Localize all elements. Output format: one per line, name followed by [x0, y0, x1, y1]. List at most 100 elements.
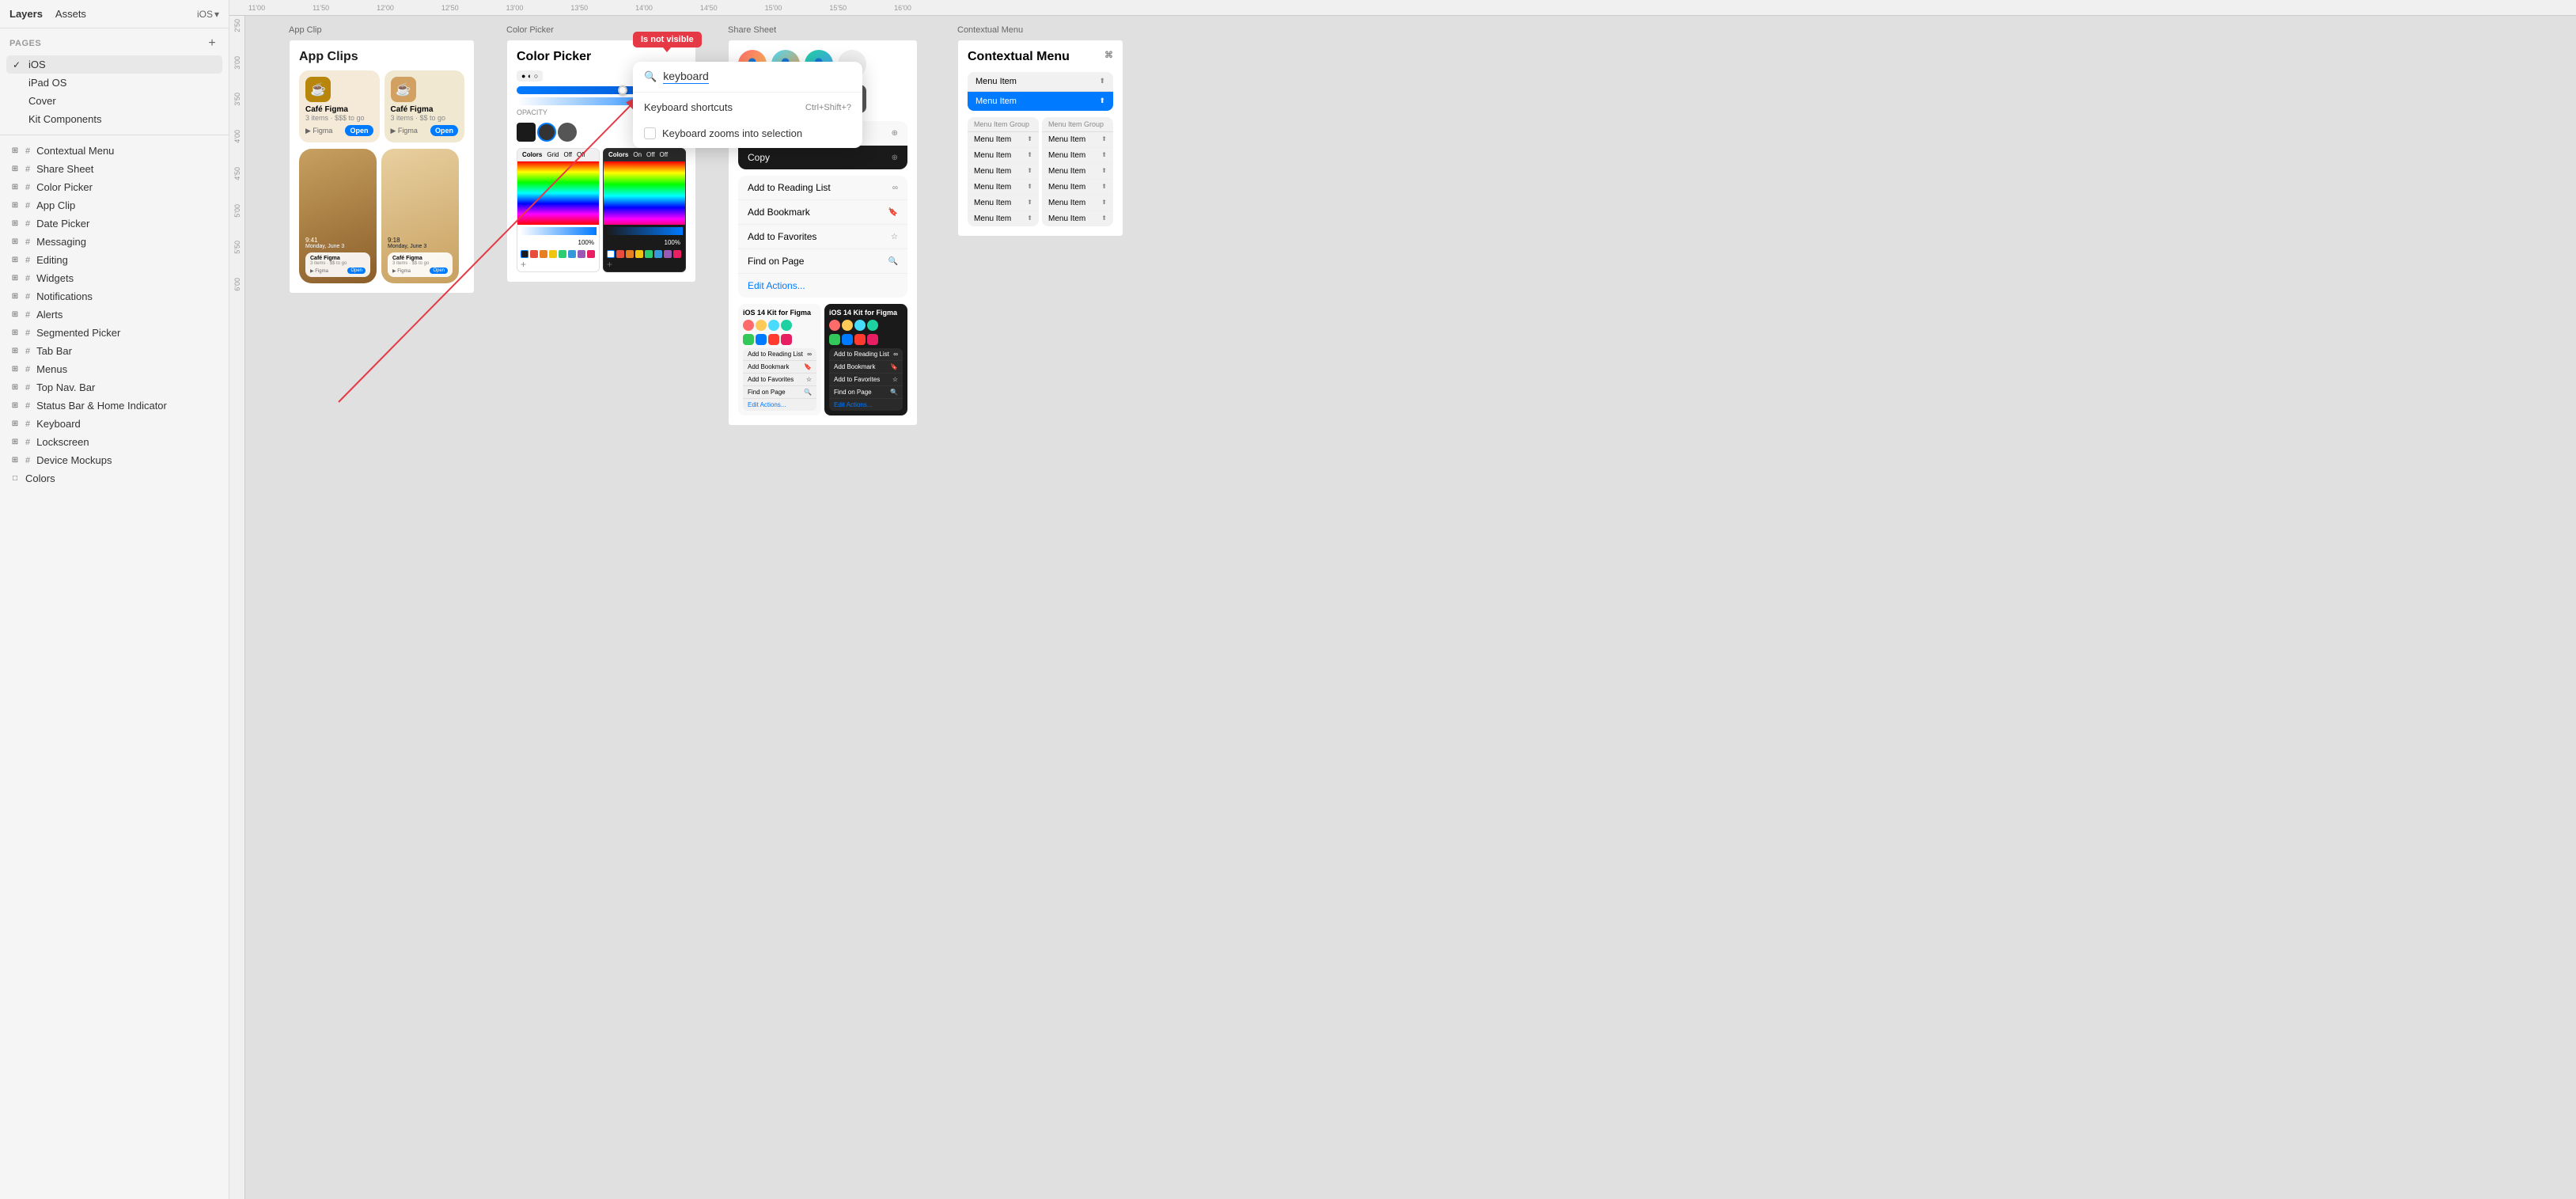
card1-name: Café Figma [305, 105, 373, 114]
app-clip-card-2: ☕ Café Figma 3 items · $$ to go ▶ Figma … [385, 70, 465, 142]
ruler-left: 2'50 3'00 3'50 4'00 4'50 5'00 5'50 6'00 [229, 16, 245, 1199]
swatches-row-dark: + [604, 248, 685, 271]
layer-item-messaging[interactable]: ⊞ # Messaging [3, 233, 225, 251]
search-icon: 🔍 [644, 70, 657, 83]
layer-item-alerts[interactable]: ⊞ # Alerts [3, 305, 225, 324]
frame-icon-keyboard: ⊞ [9, 419, 21, 430]
page-name-cover: Cover [28, 95, 56, 107]
page-item-kit[interactable]: Kit Components [6, 110, 222, 128]
layer-item-colors[interactable]: □ Colors [3, 469, 225, 488]
layer-item-keyboard[interactable]: ⊞ # Keyboard [3, 415, 225, 433]
pages-section-header: Pages + [0, 28, 229, 55]
action-group-2: Add to Reading List ∞ Add Bookmark 🔖 Add… [738, 176, 907, 298]
search-result-2[interactable]: Keyboard zooms into selection [633, 120, 862, 146]
panel-light: Colors Grid Off Off 100% [517, 148, 600, 272]
opacity-label: OPACITY [517, 108, 547, 116]
layer-item-tab-bar[interactable]: ⊞ # Tab Bar [3, 342, 225, 360]
layer-item-contextual-menu[interactable]: ⊞ # Contextual Menu [3, 142, 225, 160]
ios-dropdown[interactable]: iOS ▾ [197, 9, 219, 20]
app-clips-frame: App Clip App Clips ☕ Café Figma 3 items … [289, 40, 475, 294]
cafe-icon-2: ☕ [391, 77, 416, 102]
layer-item-segmented[interactable]: ⊞ # Segmented Picker [3, 324, 225, 342]
frame-icon-editing: ⊞ [9, 255, 21, 266]
layer-item-status-bar[interactable]: ⊞ # Status Bar & Home Indicator [3, 397, 225, 415]
sidebar-tabs: Layers Assets iOS ▾ [0, 0, 229, 28]
layer-item-lockscreen[interactable]: ⊞ # Lockscreen [3, 433, 225, 451]
color-swatch-dark [537, 123, 556, 142]
layer-item-date-picker[interactable]: ⊞ # Date Picker [3, 214, 225, 233]
page-name-ipad: iPad OS [28, 77, 66, 89]
share-sheet-label: Share Sheet [728, 25, 776, 35]
frame-icon-alerts: ⊞ [9, 309, 21, 321]
action-favorites-label: Add to Favorites [748, 231, 816, 242]
opacity-slider-dark [606, 227, 683, 235]
app-clip-cards-top: ☕ Café Figma 3 items · $$$ to go ▶ Figma… [299, 70, 464, 142]
app-clips-content: App Clips ☕ Café Figma 3 items · $$$ to … [289, 40, 475, 294]
frame-icon-widgets: ⊞ [9, 273, 21, 284]
frame-icon-status: ⊞ [9, 400, 21, 412]
frame-icon-topnav: ⊞ [9, 382, 21, 393]
square-icon: □ [9, 473, 21, 484]
search-results: Keyboard shortcuts Ctrl+Shift+? Keyboard… [633, 93, 862, 148]
contextual-menu-content: Contextual Menu ⌘ Menu Item⬆ Menu Item⬆ [957, 40, 1123, 237]
layer-item-top-nav[interactable]: ⊞ # Top Nav. Bar [3, 378, 225, 397]
action-find-label: Find on Page [748, 256, 804, 267]
layer-item-app-clip[interactable]: ⊞ # App Clip [3, 196, 225, 214]
tab-layers[interactable]: Layers [9, 6, 43, 21]
panel-dark: Colors On Off Off 100% [603, 148, 686, 272]
layer-name-date-picker: Date Picker [36, 218, 89, 230]
phone-dark: 9:41 Monday, June 3 Café Figma 3 items ·… [299, 149, 377, 283]
layer-item-device-mockups[interactable]: ⊞ # Device Mockups [3, 451, 225, 469]
page-name-ios: iOS [28, 59, 46, 70]
color-swatch-black [517, 123, 536, 142]
checkbox-unchecked [644, 127, 656, 139]
frame-icon-date: ⊞ [9, 218, 21, 230]
kit-card-light: iOS 14 Kit for Figma [738, 304, 821, 415]
frame-icon-menus: ⊞ [9, 364, 21, 375]
page-item-ios[interactable]: ✓ iOS [6, 55, 222, 74]
frame-icon-tabbar: ⊞ [9, 346, 21, 357]
card2-open-btn[interactable]: Open [430, 125, 458, 136]
main-canvas-area: 11'00 11'50 12'00 12'50 13'00 13'50 14'0… [229, 0, 2576, 1199]
color-swatch-gray [558, 123, 577, 142]
layer-item-notifications[interactable]: ⊞ # Notifications [3, 287, 225, 305]
contextual-menu-title: Contextual Menu [968, 50, 1070, 64]
tooltip-container: Is not visible [633, 32, 702, 52]
ruler-top: 11'00 11'50 12'00 12'50 13'00 13'50 14'0… [229, 0, 2576, 16]
action-find: Find on Page 🔍 [738, 249, 907, 274]
search-value[interactable]: keyboard [663, 70, 709, 84]
layer-name-device-mockups: Device Mockups [36, 454, 112, 466]
layer-name-tab-bar: Tab Bar [36, 345, 72, 357]
layer-item-color-picker[interactable]: ⊞ # Color Picker [3, 178, 225, 196]
frame-icon-share: ⊞ [9, 164, 21, 175]
swatches-row-light: + [517, 248, 599, 271]
layer-list: ⊞ # Contextual Menu ⊞ # Share Sheet ⊞ # … [0, 142, 229, 488]
tab-assets[interactable]: Assets [55, 6, 86, 21]
canvas-scroll-area[interactable]: App Clip App Clips ☕ Café Figma 3 items … [245, 16, 2576, 1199]
layer-item-editing[interactable]: ⊞ # Editing [3, 251, 225, 269]
menu-two-col: Menu Item Group Menu Item⬆ Menu Item⬆ Me… [968, 117, 1113, 226]
frame-icon-msg: ⊞ [9, 237, 21, 248]
tooltip-arrow [663, 47, 671, 52]
result-1-label: Keyboard shortcuts [644, 101, 733, 113]
action-reading-list: Add to Reading List ∞ [738, 176, 907, 200]
page-name-kit: Kit Components [28, 113, 102, 125]
card1-open-btn[interactable]: Open [345, 125, 373, 136]
layer-name-editing: Editing [36, 254, 68, 266]
frame-icon-app: ⊞ [9, 200, 21, 211]
menu-item-row: Menu Item⬆ [968, 72, 1113, 92]
action-edit[interactable]: Edit Actions... [738, 274, 907, 298]
add-page-button[interactable]: + [205, 36, 219, 51]
frame-icon-seg: ⊞ [9, 328, 21, 339]
page-list: ✓ iOS iPad OS Cover Kit Components [0, 55, 229, 128]
layer-name-contextual-menu: Contextual Menu [36, 145, 114, 157]
layer-item-widgets[interactable]: ⊞ # Widgets [3, 269, 225, 287]
layer-name-messaging: Messaging [36, 236, 86, 248]
search-result-1[interactable]: Keyboard shortcuts Ctrl+Shift+? [633, 94, 862, 120]
layer-item-menus[interactable]: ⊞ # Menus [3, 360, 225, 378]
color-gradient-dark [604, 161, 685, 225]
layer-name-top-nav: Top Nav. Bar [36, 381, 95, 393]
layer-item-share-sheet[interactable]: ⊞ # Share Sheet [3, 160, 225, 178]
page-item-cover[interactable]: Cover [6, 92, 222, 110]
page-item-ipad[interactable]: iPad OS [6, 74, 222, 92]
